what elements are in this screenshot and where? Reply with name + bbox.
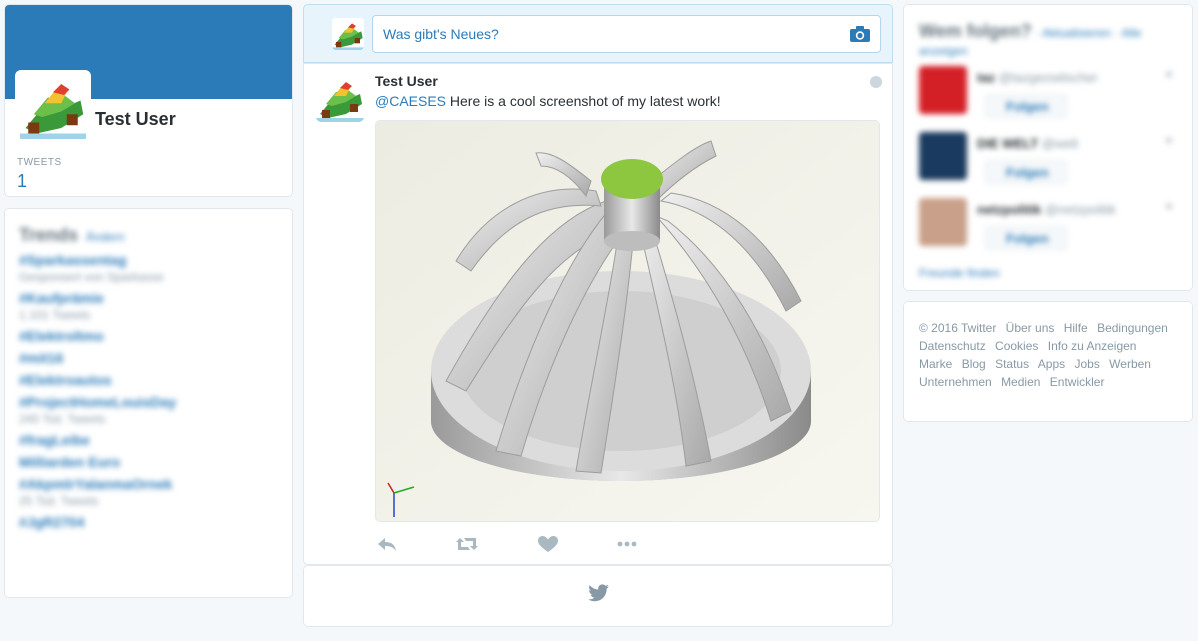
trend-item[interactable]: #Sparkassentag Gesponsert von Sparkasse — [19, 252, 278, 284]
impeller-render — [376, 121, 879, 521]
more-icon[interactable] — [615, 534, 639, 554]
trend-name: #AkpmlrYalanmaOrnek — [19, 476, 173, 492]
footer-link[interactable]: Datenschutz — [919, 339, 986, 353]
who-to-follow-title: Wem folgen? — [919, 21, 1032, 41]
globe-icon — [870, 76, 882, 88]
footer-link[interactable]: Medien — [1001, 375, 1040, 389]
who-to-follow-card: Wem folgen? · Aktualisieren · Alle anzei… — [903, 4, 1193, 291]
trends-change-link[interactable]: Ändern — [86, 230, 125, 244]
footer-link[interactable]: Blog — [962, 357, 986, 371]
like-icon[interactable] — [536, 534, 560, 554]
trend-list: #Sparkassentag Gesponsert von Sparkasse #K… — [19, 252, 278, 530]
trend-name: #fragLeibe — [19, 432, 90, 448]
suggestion-list: taz @tazgezwitscher Folgen × DIE WELT @welt… — [919, 66, 1177, 262]
trend-item[interactable]: Milliarden Euro — [19, 454, 278, 470]
trend-item[interactable]: #AkpmlrYalanmaOrnek 25 Tsd. Tweets — [19, 476, 278, 508]
footer-link[interactable]: Jobs — [1074, 357, 1099, 371]
tweet-text: @CAESES Here is a cool screenshot of my … — [375, 93, 721, 109]
footer-card: © 2016 Twitter Über uns Hilfe Bedingunge… — [903, 301, 1193, 422]
trend-subtitle: 1.101 Tweets — [19, 308, 91, 322]
trend-name: Milliarden Euro — [19, 454, 121, 470]
retweet-icon[interactable] — [455, 534, 479, 554]
footer-link[interactable]: Werben — [1109, 357, 1151, 371]
dismiss-icon[interactable]: × — [1165, 198, 1173, 214]
tweets-stat-label[interactable]: TWEETS — [17, 157, 62, 168]
footer-link[interactable]: Bedingungen — [1097, 321, 1168, 335]
follow-button[interactable]: Folgen — [985, 94, 1067, 118]
trend-item[interactable]: #mit16 — [19, 350, 278, 366]
tweet-mention[interactable]: @CAESES — [375, 93, 446, 109]
footer-link[interactable]: © 2016 Twitter — [919, 321, 996, 335]
trend-name: #Elektroltmo — [19, 328, 104, 344]
dismiss-icon[interactable]: × — [1165, 66, 1173, 82]
tweet-author[interactable]: Test User — [375, 73, 438, 89]
trend-item[interactable]: #Kaufprämie 1.101 Tweets — [19, 290, 278, 322]
suggestion-handle: @welt — [1041, 136, 1079, 151]
trend-name: #mit16 — [19, 350, 64, 366]
trend-item[interactable]: #JgR2704 — [19, 514, 278, 530]
footer-links: © 2016 Twitter Über uns Hilfe Bedingunge… — [919, 319, 1177, 391]
suggestion-avatar[interactable] — [919, 198, 967, 246]
tweet-media-image[interactable] — [375, 120, 880, 522]
follow-button[interactable]: Folgen — [985, 226, 1067, 250]
camera-icon[interactable] — [849, 25, 871, 43]
suggestion-item[interactable]: taz @tazgezwitscher Folgen × — [919, 66, 1177, 130]
trend-name: #Kaufprämie — [19, 290, 104, 306]
suggestion-avatar[interactable] — [919, 66, 967, 114]
trend-subtitle: 240 Tsd. Tweets — [19, 412, 106, 426]
profile-name[interactable]: Test User — [95, 109, 176, 130]
footer-link[interactable]: Info zu Anzeigen — [1048, 339, 1137, 353]
follow-button[interactable]: Folgen — [985, 160, 1067, 184]
profile-avatar[interactable] — [15, 70, 91, 142]
composer-avatar — [332, 18, 364, 50]
trend-name: #Sparkassentag — [19, 252, 127, 268]
suggestion-name[interactable]: netzpolitik @netzpolitik — [977, 202, 1116, 217]
reply-icon[interactable] — [375, 534, 399, 554]
trend-subtitle: Gesponsert von Sparkasse — [19, 270, 164, 284]
footer-link[interactable]: Hilfe — [1064, 321, 1088, 335]
trend-item[interactable]: #ProjectHomeLouisDay 240 Tsd. Tweets — [19, 394, 278, 426]
tweet[interactable]: Test User @CAESES Here is a cool screens… — [303, 63, 893, 565]
trends-card: Trends Ändern #Sparkassentag Gesponsert vo… — [4, 208, 293, 598]
trend-name: #JgR2704 — [19, 514, 85, 530]
footer-link[interactable]: Status — [995, 357, 1029, 371]
trend-item[interactable]: #fragLeibe — [19, 432, 278, 448]
suggestion-item[interactable]: DIE WELT @welt Folgen × — [919, 132, 1177, 196]
footer-link[interactable]: Apps — [1038, 357, 1065, 371]
trend-name: #ProjectHomeLouisDay — [19, 394, 177, 410]
trend-item[interactable]: #Elektroautos — [19, 372, 278, 388]
suggestion-handle: @netzpolitik — [1044, 202, 1116, 217]
suggestion-item[interactable]: netzpolitik @netzpolitik Folgen × — [919, 198, 1177, 262]
who-to-follow-header: Wem folgen? · Aktualisieren · Alle anzei… — [919, 21, 1177, 58]
tweet-body: Here is a cool screenshot of my latest w… — [446, 93, 721, 109]
dismiss-icon[interactable]: × — [1165, 132, 1173, 148]
suggestion-avatar[interactable] — [919, 132, 967, 180]
twitter-bird-icon — [588, 584, 609, 602]
suggestion-name[interactable]: taz @tazgezwitscher — [977, 70, 1098, 85]
tweet-actions — [375, 534, 675, 556]
footer-link[interactable]: Marke — [919, 357, 952, 371]
footer-link[interactable]: Unternehmen — [919, 375, 992, 389]
tweet-composer: Was gibt's Neues? — [303, 4, 893, 63]
impeller-green-cap — [601, 159, 663, 199]
compose-input[interactable]: Was gibt's Neues? — [372, 15, 881, 53]
profile-card: Test User TWEETS 1 — [4, 4, 293, 197]
suggestion-handle: @tazgezwitscher — [998, 70, 1098, 85]
suggestion-name[interactable]: DIE WELT @welt — [977, 136, 1078, 151]
trend-name: #Elektroautos — [19, 372, 112, 388]
tweet-avatar[interactable] — [316, 74, 364, 122]
trends-title: Trends Ändern — [19, 225, 125, 245]
footer-link[interactable]: Entwickler — [1050, 375, 1105, 389]
tweets-stat-value[interactable]: 1 — [17, 171, 27, 192]
refresh-link[interactable]: · Aktualisieren — [1036, 26, 1111, 40]
footer-link[interactable]: Cookies — [995, 339, 1038, 353]
footer-link[interactable]: Über uns — [1006, 321, 1055, 335]
trend-item[interactable]: #Elektroltmo — [19, 328, 278, 344]
timeline-end-card — [303, 565, 893, 627]
trend-subtitle: 25 Tsd. Tweets — [19, 494, 99, 508]
find-friends-link[interactable]: Freunde finden — [919, 266, 1177, 280]
